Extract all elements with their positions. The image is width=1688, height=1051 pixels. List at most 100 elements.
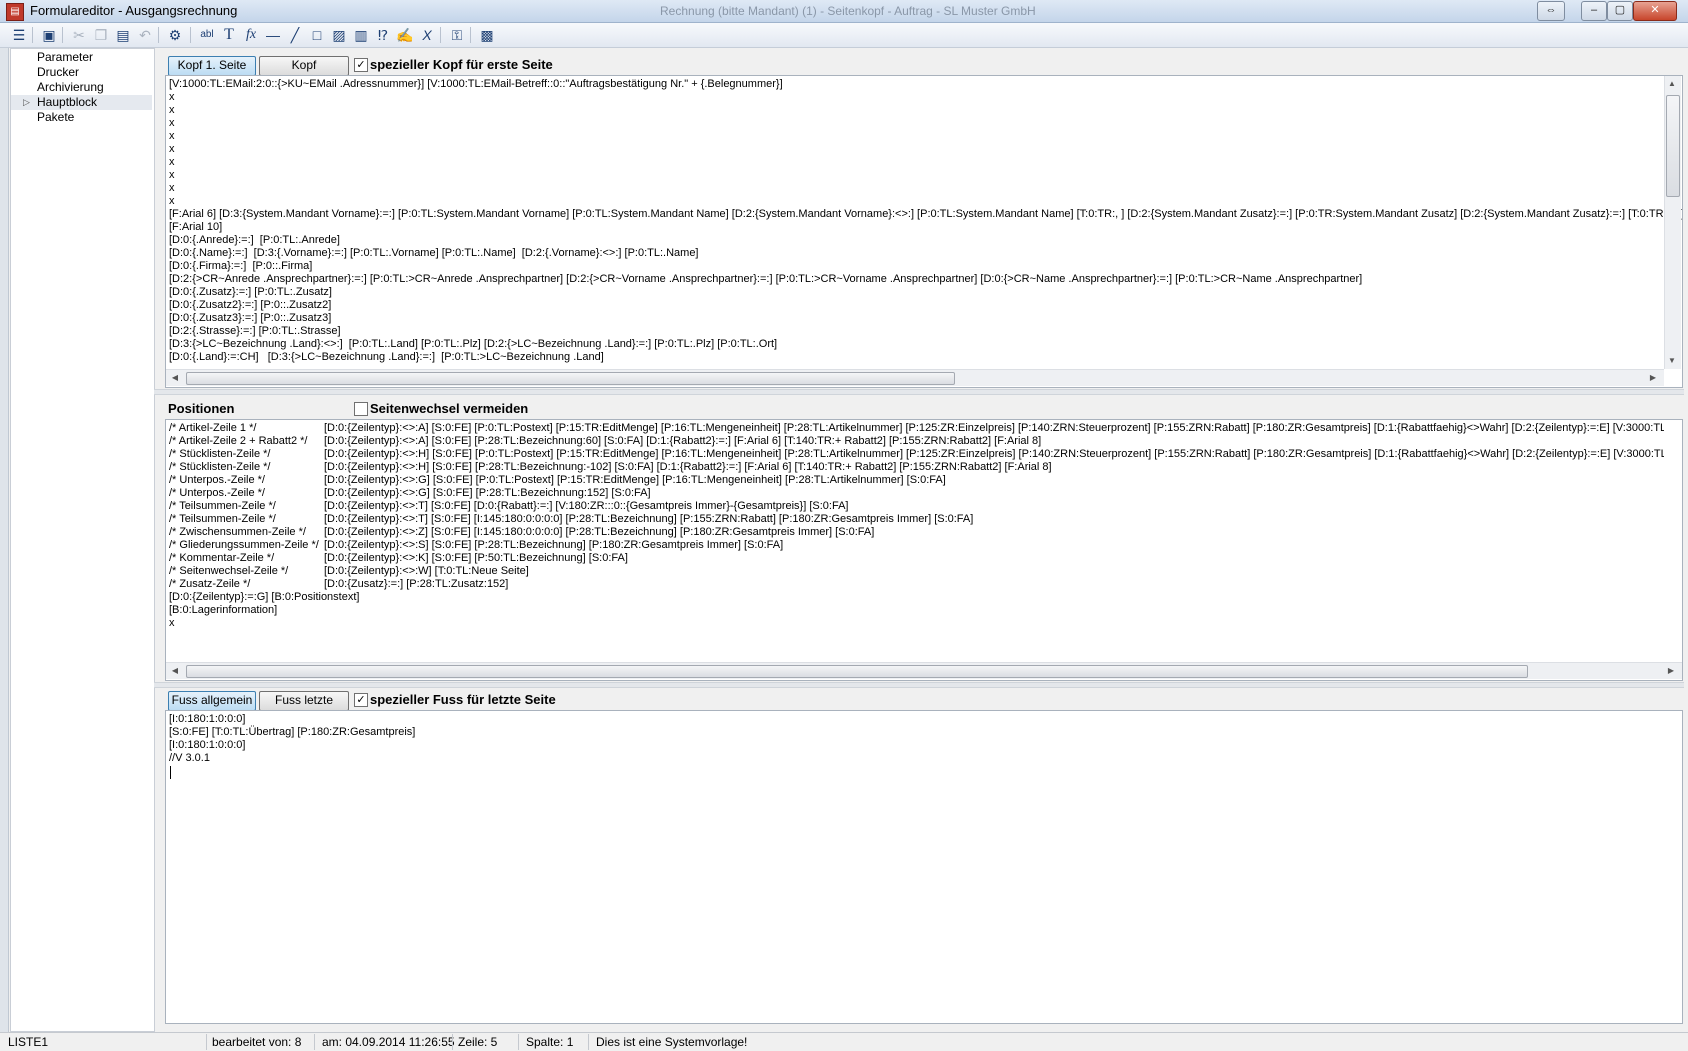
tab-kopf-folgeseiten[interactable]: Kopf Folgeseiten	[259, 56, 349, 89]
minimize-button[interactable]: ‒	[1581, 1, 1607, 21]
checkbox-fuss-letzte-seite[interactable]: ✓	[354, 693, 368, 707]
nav-item-hauptblock-row[interactable]: ▷ Hauptblock	[11, 95, 152, 110]
fields-icon[interactable]: ⚙	[166, 26, 184, 44]
image-icon[interactable]: ▨	[330, 26, 348, 44]
scroll-right-icon[interactable]: ▶	[1646, 373, 1660, 382]
app-icon[interactable]: ▤	[6, 3, 24, 21]
restore-arrows-button[interactable]: ⇔	[1537, 1, 1565, 21]
save-icon[interactable]: ▣	[40, 26, 58, 44]
scroll-right-icon[interactable]: ▶	[1664, 666, 1678, 675]
line-diag-icon[interactable]: ╱	[286, 26, 304, 44]
code-line: [S:0:FE] [T:0:TL:Übertrag] [P:180:ZR:Ges…	[169, 726, 416, 738]
tab-kopf-erste-seite[interactable]: Kopf 1. Seite	[168, 56, 256, 76]
footer-editor[interactable]: [I:0:180:1:0:0:0] [S:0:FE] [T:0:TL:Übertr…	[165, 710, 1683, 1024]
position-row: /* Artikel-Zeile 2 + Rabatt2 */ [D:0:{Zei…	[169, 435, 1664, 448]
code-line: //V 3.0.1	[169, 752, 210, 764]
status-note: Dies ist eine Systemvorlage!	[596, 1035, 748, 1049]
header-editor[interactable]: [V:1000:TL:EMail:2:0::{>KU~EMail .Adress…	[165, 75, 1683, 388]
code-line: [D:0:{.Zusatz3}:=:] [P:0::.Zusatz3]	[169, 312, 332, 324]
header-vscroll-thumb[interactable]	[1666, 95, 1680, 197]
code-line: [B:0:Lagerinformation]	[169, 604, 278, 616]
copy-icon[interactable]: ❐	[92, 26, 110, 44]
formula-icon[interactable]: fx	[242, 26, 260, 44]
expand-arrow-icon[interactable]: ▷	[23, 95, 30, 110]
position-row-code: [D:0:{Zeilentyp}:<>:Z] [S:0:FE] [I:145:1…	[324, 526, 875, 538]
position-row-comment: /* Teilsummen-Zeile */	[169, 513, 276, 525]
checkbox-seitenwechsel-vermeiden[interactable]	[354, 402, 368, 416]
position-row-code: [D:0:{Zeilentyp}:<>:W] [T:0:TL:Neue Seit…	[324, 565, 529, 577]
position-row-code: [D:0:{Zeilentyp}:<>:K] [S:0:FE] [P:50:TL…	[324, 552, 628, 564]
status-edited-by: bearbeitet von: 8	[212, 1035, 302, 1049]
scroll-left-icon[interactable]: ◀	[168, 666, 182, 675]
status-line: Zeile: 5	[458, 1035, 498, 1049]
clear-format-icon[interactable]: X	[418, 26, 436, 44]
code-line: [D:0:{.Land}:=:CH] [D:3:{>LC~Bezeichnung…	[169, 351, 604, 363]
code-line: [D:2:{.Strasse}:=:] [P:0:TL:.Strasse]	[169, 325, 341, 337]
splitter-header-positions[interactable]	[154, 389, 1684, 395]
code-line: x	[169, 156, 175, 168]
position-row-comment: /* Artikel-Zeile 2 + Rabatt2 */	[169, 435, 308, 447]
nav-item-archivierung[interactable]: Archivierung	[37, 80, 104, 95]
status-separator	[518, 1034, 519, 1050]
nav-item-pakete[interactable]: Pakete	[37, 110, 74, 125]
sign-icon[interactable]: ✍	[396, 26, 414, 44]
position-row-code: [D:0:{Zeilentyp}:<>:T] [S:0:FE] [D:0:{Ra…	[324, 500, 849, 512]
nav-item-parameter[interactable]: Parameter	[37, 50, 93, 65]
label-icon[interactable]: abl	[198, 26, 216, 44]
checkbox-kopf-erste-seite-label: spezieller Kopf für erste Seite	[370, 57, 553, 72]
position-row-comment: /* Seitenwechsel-Zeile */	[169, 565, 289, 577]
header-vertical-scrollbar[interactable]: ▲ ▼	[1664, 76, 1681, 369]
status-separator	[314, 1034, 315, 1050]
toolbar-separator	[470, 27, 471, 43]
undo-icon[interactable]: ↶	[136, 26, 154, 44]
position-row-comment: /* Stücklisten-Zeile */	[169, 461, 271, 473]
nav-item-hauptblock: Hauptblock	[37, 95, 98, 109]
title-bar: ▤ Formulareditor - Ausgangsrechnung Rech…	[0, 0, 1688, 23]
header-hscroll-thumb[interactable]	[186, 372, 955, 385]
barcode-icon[interactable]: ▥	[352, 26, 370, 44]
tab-fuss-letzte-seite[interactable]: Fuss letzte Seite	[259, 691, 349, 724]
preview-icon[interactable]: ▩	[478, 26, 496, 44]
package-icon[interactable]: ⚿	[448, 26, 466, 44]
scroll-up-icon[interactable]: ▲	[1665, 79, 1679, 88]
header-horizontal-scrollbar[interactable]: ◀ ▶	[166, 369, 1664, 386]
rectangle-icon[interactable]: □	[308, 26, 326, 44]
scroll-left-icon[interactable]: ◀	[168, 373, 182, 382]
window-title: Formulareditor - Ausgangsrechnung	[30, 3, 238, 18]
positions-horizontal-scrollbar[interactable]: ◀ ▶	[166, 662, 1682, 679]
position-row-comment: /* Unterpos.-Zeile */	[169, 474, 265, 486]
position-row: /* Zusatz-Zeile */ [D:0:{Zusatz}:=:] [P:2…	[169, 578, 1664, 591]
maximize-button[interactable]: ▢	[1607, 1, 1633, 21]
position-row: /* Teilsummen-Zeile */ [D:0:{Zeilentyp}:<…	[169, 500, 1664, 513]
position-row-code: [D:0:{Zeilentyp}:<>:H] [S:0:FE] [P:28:TL…	[324, 461, 1052, 473]
footer-code-lines: [I:0:180:1:0:0:0] [S:0:FE] [T:0:TL:Übertr…	[169, 713, 415, 765]
code-line: x	[169, 91, 175, 103]
toolbar: ☰ ▣ ✂ ❐ ▤ ↶ ⚙ abl T fx — ╱ □ ▨ ▥ ⁉ ✍ X ⚿…	[0, 23, 1688, 48]
paste-icon[interactable]: ▤	[114, 26, 132, 44]
code-line: [D:0:{.Zusatz2}:=:] [P:0::.Zusatz2]	[169, 299, 332, 311]
scroll-down-icon[interactable]: ▼	[1665, 356, 1679, 365]
cut-icon[interactable]: ✂	[70, 26, 88, 44]
position-row: /* Unterpos.-Zeile */ [D:0:{Zeilentyp}:<>…	[169, 474, 1664, 487]
nav-item-drucker[interactable]: Drucker	[37, 65, 79, 80]
text-icon[interactable]: T	[220, 26, 238, 44]
code-line: [D:0:{.Anrede}:=:] [P:0:TL:.Anrede]	[169, 234, 340, 246]
position-row: /* Zwischensummen-Zeile */ [D:0:{Zeilenty…	[169, 526, 1664, 539]
navigation-tree: Parameter Drucker Archivierung ▷ Hauptbl…	[10, 48, 155, 1032]
line-h-icon[interactable]: —	[264, 26, 282, 44]
close-button[interactable]: ✕	[1633, 1, 1677, 21]
datafield-icon[interactable]: ⁉	[374, 26, 392, 44]
position-row-comment: /* Gliederungssummen-Zeile */	[169, 539, 319, 551]
checkbox-kopf-erste-seite[interactable]: ✓	[354, 58, 368, 72]
code-line: [D:0:{Zeilentyp}:=:G] [B:0:Positionstext…	[169, 591, 360, 603]
code-line: [D:3:{>LC~Bezeichnung .Land}:<>:] [P:0:T…	[169, 338, 778, 350]
position-row-code: [D:0:{Zeilentyp}:<>:T] [S:0:FE] [I:145:1…	[324, 513, 974, 525]
positions-editor[interactable]: /* Artikel-Zeile 1 */ [D:0:{Zeilentyp}:<>…	[165, 419, 1683, 681]
position-row-code: [D:0:{Zeilentyp}:<>:A] [S:0:FE] [P:0:TL:…	[324, 422, 1664, 434]
position-row-code: [D:0:{Zeilentyp}:<>:H] [S:0:FE] [P:0:TL:…	[324, 448, 1664, 460]
position-row-comment: /* Unterpos.-Zeile */	[169, 487, 265, 499]
splitter-positions-footer[interactable]	[154, 682, 1684, 688]
tab-fuss-allgemein[interactable]: Fuss allgemein	[168, 691, 256, 711]
form-properties-icon[interactable]: ☰	[10, 26, 28, 44]
positions-hscroll-thumb[interactable]	[186, 665, 1528, 678]
